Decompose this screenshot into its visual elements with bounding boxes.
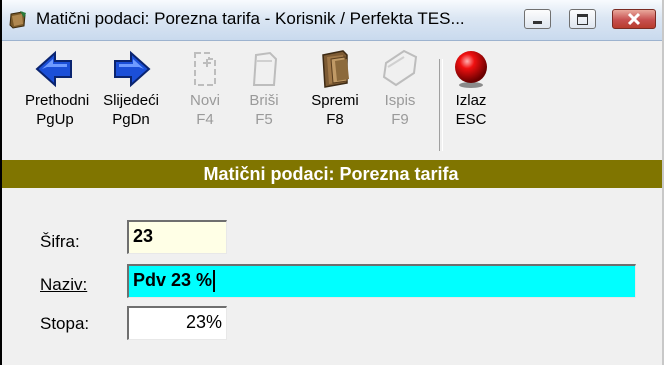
naziv-field-value: Pdv 23 % xyxy=(133,270,213,290)
minimize-button[interactable] xyxy=(524,9,551,29)
toolbar-button-previous[interactable]: Prethodni PgUp xyxy=(25,47,90,155)
arrow-right-icon xyxy=(114,50,151,88)
toolbar-button-shortcut: PgUp xyxy=(36,111,74,128)
stopa-label: Stopa: xyxy=(40,314,90,333)
naziv-label: Naziv: xyxy=(40,275,88,294)
toolbar-button-save[interactable]: Spremi F8 xyxy=(305,47,365,155)
toolbar-button-label: Spremi xyxy=(311,92,359,109)
toolbar-button-shortcut: F8 xyxy=(326,111,344,128)
print-icon xyxy=(382,49,418,87)
toolbar: Prethodni PgUp Slijedeći PgDn Novi F4 Br… xyxy=(0,41,662,161)
title-bar[interactable]: Matični podaci: Porezna tarifa - Korisni… xyxy=(0,0,662,41)
toolbar-button-delete[interactable]: Briši F5 xyxy=(234,47,294,155)
exit-red-ball-icon xyxy=(455,51,487,88)
toolbar-button-shortcut: F4 xyxy=(196,111,214,128)
sifra-field[interactable]: 23 xyxy=(127,220,227,254)
maximize-button[interactable] xyxy=(569,9,596,29)
toolbar-button-label: Prethodni xyxy=(25,92,90,109)
toolbar-button-shortcut: F5 xyxy=(255,111,273,128)
app-icon[interactable] xyxy=(8,10,28,30)
toolbar-button-new[interactable]: Novi F4 xyxy=(175,47,235,155)
toolbar-button-next[interactable]: Slijedeći PgDn xyxy=(101,47,161,155)
stopa-field[interactable]: 23% xyxy=(127,306,227,340)
toolbar-button-shortcut: F9 xyxy=(391,111,409,128)
form-area: Šifra: 23 Naziv: Pdv 23 % Stopa: 23% xyxy=(0,188,662,365)
minimize-icon xyxy=(533,21,542,24)
toolbar-button-label: Novi xyxy=(189,92,220,109)
window-title: Matični podaci: Porezna tarifa - Korisni… xyxy=(36,9,465,28)
toolbar-button-shortcut: PgDn xyxy=(112,111,150,128)
toolbar-button-print[interactable]: Ispis F9 xyxy=(370,47,430,155)
toolbar-button-shortcut: ESC xyxy=(455,111,487,128)
naziv-field[interactable]: Pdv 23 % xyxy=(127,264,636,298)
toolbar-button-label: Slijedeći xyxy=(103,92,159,109)
text-cursor xyxy=(213,270,216,293)
sifra-label: Šifra: xyxy=(40,232,80,251)
new-record-icon xyxy=(194,52,216,86)
close-icon xyxy=(627,12,641,26)
form-header: Matični podaci: Porezna tarifa xyxy=(0,160,662,188)
delete-record-icon xyxy=(252,51,278,86)
close-button[interactable] xyxy=(612,9,656,29)
toolbar-button-label: Briši xyxy=(249,92,279,109)
toolbar-button-exit[interactable]: Izlaz ESC xyxy=(441,47,501,155)
toolbar-button-label: Izlaz xyxy=(455,92,487,109)
arrow-left-icon xyxy=(35,50,72,88)
toolbar-button-label: Ispis xyxy=(384,92,416,109)
application-window: Matični podaci: Porezna tarifa - Korisni… xyxy=(0,0,664,365)
save-folders-icon xyxy=(322,50,349,88)
maximize-icon xyxy=(577,14,588,25)
window-border-left xyxy=(0,0,2,365)
